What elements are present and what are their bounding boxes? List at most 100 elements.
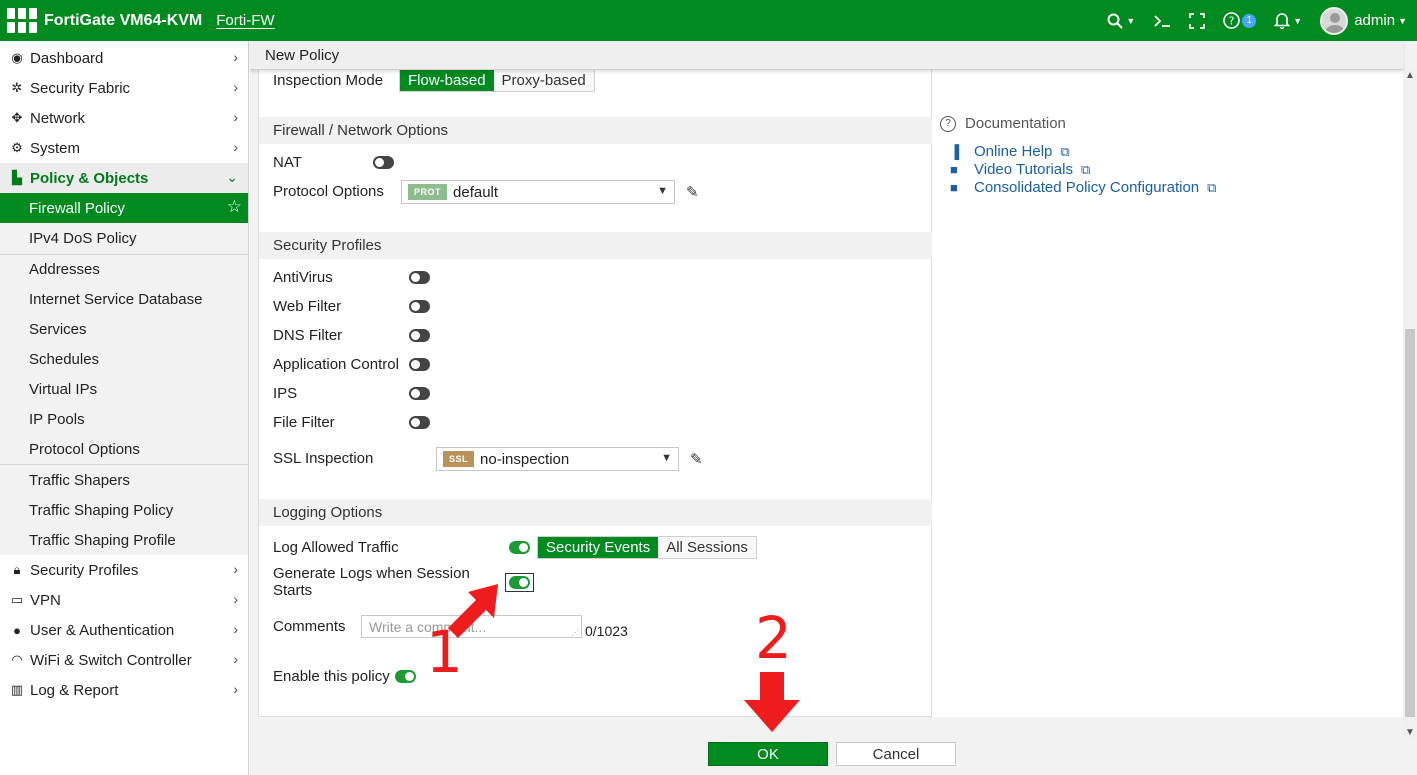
ssl-inspection-value: no-inspection bbox=[480, 450, 570, 468]
edit-ssl-inspection-pencil-icon[interactable]: ✎ bbox=[690, 450, 703, 468]
sidebar-item-internet-service-database[interactable]: Internet Service Database bbox=[0, 284, 248, 314]
annotation-step-1: 1 bbox=[426, 618, 463, 686]
vertical-scrollbar[interactable]: ▲ ▼ bbox=[1403, 70, 1417, 738]
video-tutorials-link[interactable]: ■ Video Tutorials ⧉ bbox=[950, 161, 1090, 178]
sidebar-item-policy-objects[interactable]: ▙ Policy & Objects ⌄ bbox=[0, 163, 248, 193]
web-filter-toggle[interactable] bbox=[409, 300, 430, 313]
hostname-link[interactable]: Forti-FW bbox=[216, 12, 274, 29]
cli-console-button[interactable] bbox=[1153, 14, 1171, 28]
sidebar-item-label: Addresses bbox=[29, 261, 100, 278]
link-label: Video Tutorials bbox=[974, 161, 1073, 178]
sidebar-item-ip-pools[interactable]: IP Pools bbox=[0, 404, 248, 434]
cancel-button[interactable]: Cancel bbox=[836, 742, 956, 766]
protocol-options-label: Protocol Options bbox=[273, 183, 384, 200]
scrollbar-thumb[interactable] bbox=[1405, 329, 1415, 717]
sidebar-item-addresses[interactable]: Addresses bbox=[0, 254, 248, 284]
sidebar-item-network[interactable]: ✥ Network › bbox=[0, 103, 248, 133]
dashboard-icon: ◉ bbox=[11, 50, 23, 65]
video-camera-icon: ■ bbox=[950, 162, 958, 177]
sidebar-item-virtual-ips[interactable]: Virtual IPs bbox=[0, 374, 248, 404]
application-control-toggle[interactable] bbox=[409, 358, 430, 371]
sidebar-item-security-profiles[interactable]: 🔒︎ Security Profiles › bbox=[0, 555, 248, 585]
annotation-step-2: 2 bbox=[755, 604, 792, 672]
sidebar-item-dashboard[interactable]: ◉ Dashboard › bbox=[0, 43, 248, 73]
header-actions: ▼ ? 1 ▼ admin ▼ bbox=[1098, 0, 1417, 41]
application-control-row: Application Control bbox=[273, 356, 430, 373]
sidebar-item-system[interactable]: ⚙ System › bbox=[0, 133, 248, 163]
nat-toggle[interactable] bbox=[373, 156, 394, 169]
sidebar-item-log-report[interactable]: ▥ Log & Report › bbox=[0, 675, 248, 705]
online-help-link[interactable]: ▐ Online Help ⧉ bbox=[950, 143, 1070, 160]
search-button[interactable]: ▼ bbox=[1107, 13, 1135, 29]
enable-policy-label: Enable this policy bbox=[273, 668, 390, 685]
sidebar-item-services[interactable]: Services bbox=[0, 314, 248, 344]
scroll-up-icon[interactable]: ▲ bbox=[1405, 70, 1415, 81]
flow-based-option[interactable]: Flow-based bbox=[400, 69, 494, 91]
sidebar-item-label: Traffic Shapers bbox=[29, 471, 130, 489]
sidebar-item-firewall-policy[interactable]: Firewall Policy ☆ bbox=[0, 193, 248, 223]
sidebar-item-wifi-switch-controller[interactable]: ◠ WiFi & Switch Controller › bbox=[0, 645, 248, 675]
fullscreen-button[interactable] bbox=[1189, 12, 1206, 29]
sidebar-item-label: Security Profiles bbox=[30, 561, 139, 579]
sidebar-item-label: System bbox=[30, 139, 81, 157]
log-allowed-traffic-row: Log Allowed Traffic Security Events All … bbox=[273, 536, 757, 559]
sidebar-item-label: Network bbox=[30, 109, 86, 127]
notification-count-badge: 1 bbox=[1242, 13, 1257, 28]
log-session-start-toggle[interactable] bbox=[509, 575, 530, 589]
all-sessions-option[interactable]: All Sessions bbox=[658, 537, 756, 558]
file-filter-toggle[interactable] bbox=[409, 416, 430, 429]
sidebar-item-label: Policy & Objects bbox=[30, 169, 149, 187]
sidebar-item-user-authentication[interactable]: ● User & Authentication › bbox=[0, 615, 248, 645]
security-events-option[interactable]: Security Events bbox=[538, 537, 659, 558]
antivirus-toggle[interactable] bbox=[409, 271, 430, 284]
sidebar-item-security-fabric[interactable]: ✲ Security Fabric › bbox=[0, 73, 248, 103]
edit-protocol-options-pencil-icon[interactable]: ✎ bbox=[686, 183, 699, 201]
proxy-based-option[interactable]: Proxy-based bbox=[493, 69, 594, 91]
sidebar-item-ipv4-dos-policy[interactable]: IPv4 DoS Policy bbox=[0, 223, 248, 254]
comments-label: Comments bbox=[273, 618, 346, 635]
application-control-label: Application Control bbox=[273, 356, 399, 373]
user-menu[interactable]: admin ▼ bbox=[1320, 6, 1407, 35]
nat-label: NAT bbox=[273, 154, 302, 171]
device-name: FortiGate VM64-KVM bbox=[44, 11, 203, 29]
consolidated-policy-link[interactable]: ■ Consolidated Policy Configuration ⧉ bbox=[950, 179, 1216, 196]
ips-row: IPS bbox=[273, 385, 430, 402]
sidebar-item-schedules[interactable]: Schedules bbox=[0, 344, 248, 374]
sidebar-item-label: Schedules bbox=[29, 350, 100, 368]
antivirus-label: AntiVirus bbox=[273, 269, 333, 286]
policy-form-panel: Inspection Mode Flow-based Proxy-based F… bbox=[258, 68, 932, 717]
resize-grip-icon[interactable]: ⋰ bbox=[571, 628, 579, 637]
chart-icon: ▥ bbox=[10, 682, 24, 697]
sidebar-item-vpn[interactable]: ▭ VPN › bbox=[0, 585, 248, 615]
ssl-inspection-select[interactable]: SSL no-inspection ▼ bbox=[436, 447, 679, 471]
alerts-button[interactable]: ▼ bbox=[1274, 12, 1302, 29]
ips-toggle[interactable] bbox=[409, 387, 430, 400]
sidebar-item-traffic-shapers[interactable]: Traffic Shapers bbox=[0, 464, 248, 495]
sidebar-item-protocol-options[interactable]: Protocol Options bbox=[0, 434, 248, 464]
inspection-mode-toggle: Flow-based Proxy-based bbox=[399, 68, 595, 92]
scroll-down-icon[interactable]: ▼ bbox=[1405, 727, 1415, 738]
sidebar-item-label: Internet Service Database bbox=[29, 290, 203, 308]
avatar bbox=[1320, 6, 1349, 35]
sidebar-item-traffic-shaping-profile[interactable]: Traffic Shaping Profile bbox=[0, 525, 248, 555]
user-icon: ● bbox=[13, 622, 21, 638]
enable-policy-row: Enable this policy bbox=[273, 668, 416, 685]
gear-icon: ⚙ bbox=[11, 140, 23, 155]
sidebar-item-label: VPN bbox=[30, 591, 61, 609]
protocol-options-select[interactable]: PROT default ▼ bbox=[401, 180, 675, 204]
log-session-start-highlight bbox=[505, 572, 534, 592]
sidebar-item-label: Log & Report bbox=[30, 681, 119, 699]
sidebar-item-traffic-shaping-policy[interactable]: Traffic Shaping Policy bbox=[0, 495, 248, 525]
help-button[interactable]: ? 1 bbox=[1223, 12, 1257, 29]
video-camera-icon: ■ bbox=[950, 180, 958, 195]
ok-button[interactable]: OK bbox=[708, 742, 828, 766]
enable-policy-toggle[interactable] bbox=[395, 670, 416, 683]
fullscreen-icon bbox=[1189, 12, 1206, 29]
sidebar: ◉ Dashboard › ✲ Security Fabric › ✥ Network › … bbox=[0, 41, 249, 775]
chevron-down-icon: ▼ bbox=[1126, 15, 1136, 26]
dns-filter-toggle[interactable] bbox=[409, 329, 430, 342]
inspection-mode-label: Inspection Mode bbox=[273, 71, 384, 89]
terminal-icon bbox=[1154, 14, 1171, 27]
star-icon[interactable]: ☆ bbox=[227, 197, 242, 217]
log-allowed-traffic-toggle[interactable] bbox=[509, 541, 530, 554]
